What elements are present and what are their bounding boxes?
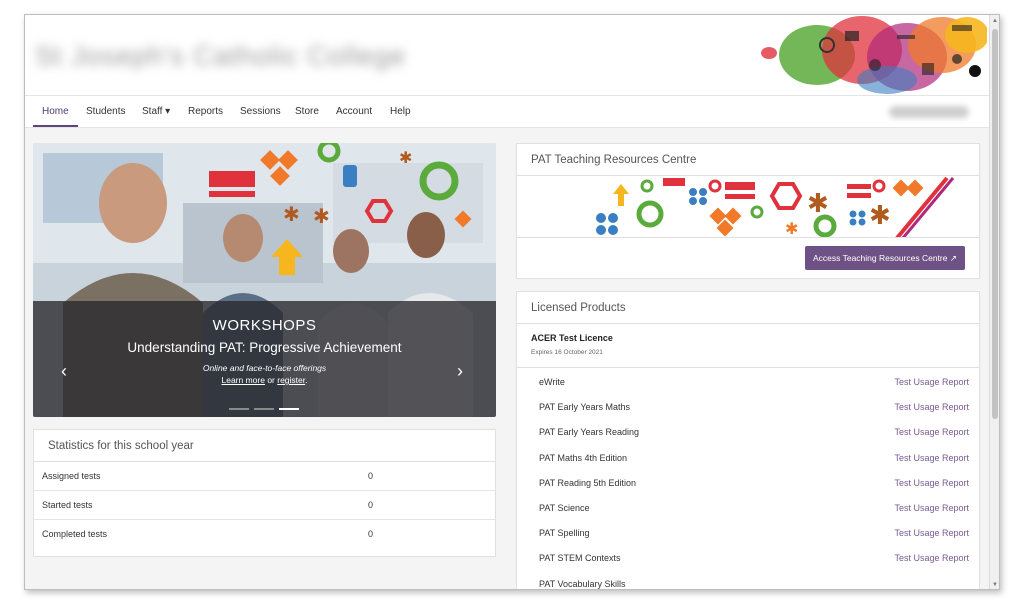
carousel-subtitle: Understanding PAT: Progressive Achieveme… xyxy=(127,340,402,355)
list-item: PAT Spelling Test Usage Report xyxy=(517,521,979,546)
table-row: Started tests 0 xyxy=(34,491,495,520)
carousel-indicator-active[interactable] xyxy=(279,408,299,410)
carousel-links: Learn more or register. xyxy=(33,375,496,385)
nav-students[interactable]: Students xyxy=(86,96,125,127)
product-name: PAT Vocabulary Skills xyxy=(539,578,626,589)
stats-panel: Statistics for this school year Assigned… xyxy=(33,429,496,557)
stat-label: Completed tests xyxy=(42,529,108,539)
test-usage-report-link[interactable]: Test Usage Report xyxy=(894,370,969,395)
browser-frame: St Joseph's Catholic College Home Studen… xyxy=(24,14,1000,590)
list-item: PAT Early Years Maths Test Usage Report xyxy=(517,395,979,420)
trc-banner: ✱ ✱ ✱ xyxy=(517,176,979,238)
main-nav: Home Students Staff ▾ Reports Sessions S… xyxy=(25,95,991,128)
stat-value: 0 xyxy=(368,471,374,481)
licence-expiry: Expires 16 October 2021 xyxy=(531,349,603,356)
list-item: PAT Science Test Usage Report xyxy=(517,496,979,521)
svg-text:✱: ✱ xyxy=(807,189,829,219)
scroll-up-icon[interactable]: ▲ xyxy=(992,17,998,25)
product-name: PAT Reading 5th Edition xyxy=(539,477,637,488)
table-row: Completed tests 0 xyxy=(34,520,495,549)
product-name: PAT Early Years Reading xyxy=(539,427,640,438)
external-link-icon: ↗ xyxy=(949,253,957,263)
svg-text:✱: ✱ xyxy=(399,148,412,167)
test-usage-report-link[interactable]: Test Usage Report xyxy=(894,395,969,420)
list-item: PAT Reading 5th Edition Test Usage Report xyxy=(517,471,979,496)
svg-text:✱: ✱ xyxy=(869,201,891,231)
trc-banner-artwork: ✱ ✱ ✱ xyxy=(517,176,979,238)
test-usage-report-link[interactable]: Test Usage Report xyxy=(894,521,969,546)
svg-text:✱: ✱ xyxy=(785,219,798,238)
links-period: . xyxy=(305,375,308,385)
licensed-heading: Licensed Products xyxy=(517,292,979,324)
stat-value: 0 xyxy=(368,500,374,510)
stat-label: Started tests xyxy=(42,500,93,510)
access-trc-label: Access Teaching Resources Centre xyxy=(813,253,948,263)
register-link[interactable]: register xyxy=(277,375,305,385)
list-item: PAT STEM Contexts Test Usage Report xyxy=(517,546,979,571)
test-usage-report-link[interactable]: Test Usage Report xyxy=(894,496,969,521)
test-usage-report-link[interactable]: Test Usage Report xyxy=(894,446,969,471)
product-name: PAT Science xyxy=(539,502,590,513)
stat-value: 0 xyxy=(368,529,374,539)
list-item: eWrite Test Usage Report xyxy=(517,370,979,395)
nav-sessions[interactable]: Sessions xyxy=(240,96,281,127)
nav-home[interactable]: Home xyxy=(33,96,78,127)
table-row: Assigned tests 0 xyxy=(34,462,495,491)
access-trc-button[interactable]: Access Teaching Resources Centre ↗ xyxy=(805,246,965,270)
licence-info: ACER Test Licence Expires 16 October 202… xyxy=(517,324,979,368)
user-menu[interactable] xyxy=(889,106,969,118)
scroll-thumb[interactable] xyxy=(992,29,998,419)
school-name: St Joseph's Catholic College xyxy=(35,41,406,71)
nav-store[interactable]: Store xyxy=(295,96,319,127)
test-usage-report-link[interactable]: Test Usage Report xyxy=(894,546,969,571)
list-item: PAT Maths 4th Edition Test Usage Report xyxy=(517,446,979,471)
page-scrollbar[interactable]: ▲ ▼ xyxy=(989,15,999,589)
list-item: PAT Vocabulary Skills xyxy=(517,572,979,590)
chevron-right-icon[interactable]: › xyxy=(457,361,463,382)
product-name: PAT Early Years Maths xyxy=(539,402,631,413)
scroll-down-icon[interactable]: ▼ xyxy=(992,581,998,589)
pat-brand-artwork xyxy=(761,16,987,94)
carousel-tagline: Online and face-to-face offerings xyxy=(202,363,327,373)
stats-heading: Statistics for this school year xyxy=(34,430,495,462)
workshops-carousel[interactable]: ✱ ✱ ✱ WORKSHOPS Understanding PAT: Progr… xyxy=(33,143,496,417)
list-item: PAT Early Years Reading Test Usage Report xyxy=(517,420,979,445)
nav-reports[interactable]: Reports xyxy=(188,96,223,127)
stat-label: Assigned tests xyxy=(42,471,101,481)
product-name: PAT Maths 4th Edition xyxy=(539,452,628,463)
links-separator: or xyxy=(264,375,278,385)
carousel-indicator[interactable] xyxy=(229,408,249,410)
trc-panel: PAT Teaching Resources Centre ✱ ✱ ✱ Acce… xyxy=(516,143,980,279)
test-usage-report-link[interactable]: Test Usage Report xyxy=(894,471,969,496)
carousel-indicators xyxy=(229,408,309,411)
nav-help[interactable]: Help xyxy=(390,96,411,127)
product-name: eWrite xyxy=(539,377,565,387)
nav-account[interactable]: Account xyxy=(336,96,372,127)
site-header: St Joseph's Catholic College xyxy=(25,15,991,95)
carousel-indicator[interactable] xyxy=(254,408,274,410)
svg-text:✱: ✱ xyxy=(283,202,300,226)
learn-more-link[interactable]: Learn more xyxy=(222,375,265,385)
product-name: PAT STEM Contexts xyxy=(539,553,621,564)
chevron-left-icon[interactable]: ‹ xyxy=(61,361,67,382)
nav-staff[interactable]: Staff ▾ xyxy=(142,96,170,127)
carousel-title: WORKSHOPS xyxy=(212,317,317,334)
licence-name: ACER Test Licence xyxy=(531,333,613,343)
product-name: PAT Spelling xyxy=(539,528,590,539)
svg-text:✱: ✱ xyxy=(313,204,330,228)
trc-heading: PAT Teaching Resources Centre xyxy=(517,144,979,176)
carousel-caption: WORKSHOPS Understanding PAT: Progressive… xyxy=(33,301,496,417)
licensed-products-panel: Licensed Products ACER Test Licence Expi… xyxy=(516,291,980,590)
test-usage-report-link[interactable]: Test Usage Report xyxy=(894,420,969,445)
